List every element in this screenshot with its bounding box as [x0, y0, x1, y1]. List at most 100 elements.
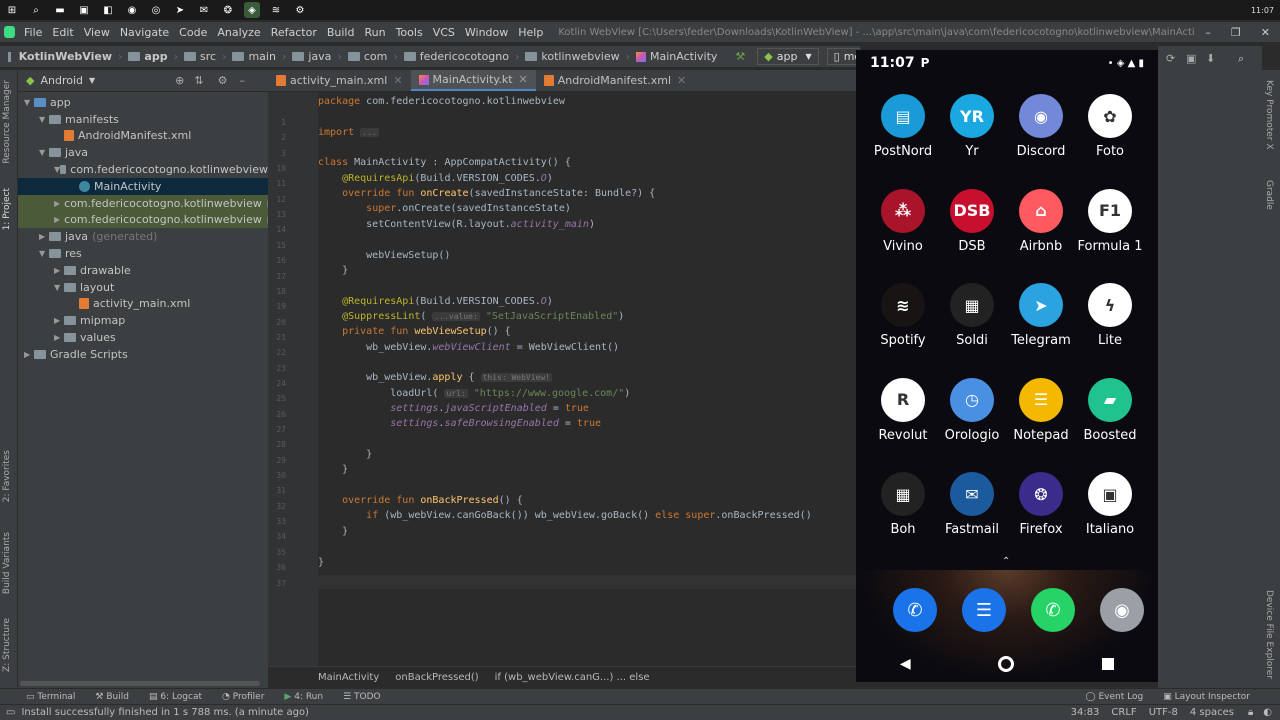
code-line[interactable]: @RequiresApi(Build.VERSION_CODES.O): [318, 173, 553, 184]
tab-mainactivity-kt[interactable]: MainActivity.kt ✕: [410, 70, 536, 91]
git-icon[interactable]: ◐: [1263, 707, 1272, 718]
code-line[interactable]: }: [318, 526, 348, 537]
code-line[interactable]: @RequiresApi(Build.VERSION_CODES.O): [318, 296, 553, 307]
app-icon-airbnb[interactable]: ⌂ Airbnb: [1006, 188, 1076, 254]
menu-window[interactable]: Window: [460, 26, 513, 39]
dock-camera-icon[interactable]: ◉: [1100, 588, 1144, 632]
maximize-icon[interactable]: ❐: [1221, 26, 1251, 39]
breadcrumb-main[interactable]: main: [228, 50, 279, 63]
tree-item[interactable]: ▼ res: [18, 245, 268, 262]
app-icon-lite[interactable]: ϟ Lite: [1075, 283, 1145, 348]
expand-arrow-icon[interactable]: ▶: [54, 333, 64, 342]
breadcrumb-federicocotogno[interactable]: federicocotogno: [400, 50, 513, 63]
back-icon[interactable]: ◀: [900, 656, 911, 672]
chevron-down-icon[interactable]: ▼: [89, 76, 95, 85]
menu-code[interactable]: Code: [174, 26, 212, 39]
resource-manager-tab[interactable]: Resource Manager: [2, 80, 12, 164]
toolbar-icon[interactable]: ⟳: [1166, 52, 1175, 65]
code-line[interactable]: wb_webView.webViewClient = WebViewClient…: [318, 342, 619, 353]
tree-item[interactable]: AndroidManifest.xml: [18, 128, 268, 145]
search-everywhere-icon[interactable]: ⌕: [1238, 52, 1244, 66]
profiler-tab[interactable]: ◔ Profiler: [222, 692, 264, 702]
app-icon-foto[interactable]: ✿ Foto: [1075, 94, 1145, 159]
tree-item[interactable]: ▶ java (generated): [18, 228, 268, 245]
app-icon-telegram[interactable]: ➤ Telegram: [1006, 283, 1076, 348]
chrome-icon[interactable]: ◉: [124, 2, 140, 18]
project-view-select[interactable]: Android: [40, 74, 83, 87]
app-icon-postnord[interactable]: ▤ PostNord: [868, 94, 938, 159]
run-tab[interactable]: ▶ 4: Run: [284, 692, 323, 702]
status-message[interactable]: Install successfully finished in 1 s 788…: [21, 707, 309, 718]
dock-phone-icon[interactable]: ✆: [893, 588, 937, 632]
line-separator[interactable]: CRLF: [1111, 707, 1136, 718]
layout-inspector-tab[interactable]: ▣ Layout Inspector: [1163, 692, 1250, 702]
key-promoter-tab[interactable]: Key Promoter X: [1264, 80, 1274, 150]
menu-view[interactable]: View: [79, 26, 115, 39]
menu-analyze[interactable]: Analyze: [212, 26, 265, 39]
app-icon-notepad[interactable]: ☰ Notepad: [1006, 377, 1076, 443]
tree-item[interactable]: MainActivity: [18, 177, 268, 195]
todo-tab[interactable]: ☰ TODO: [343, 692, 381, 702]
gradle-tab[interactable]: Gradle: [1264, 180, 1274, 210]
app-icon-italiano[interactable]: ▣ Italiano: [1075, 472, 1145, 537]
code-line[interactable]: class MainActivity : AppCompatActivity()…: [318, 157, 571, 168]
tree-item[interactable]: ▶ values: [18, 329, 268, 346]
horizontal-scrollbar[interactable]: [20, 681, 260, 686]
breadcrumb-kotlinwebview[interactable]: kotlinwebview: [521, 50, 623, 63]
spotify-icon[interactable]: ≋: [268, 2, 284, 18]
code-line[interactable]: override fun onBackPressed() {: [318, 495, 523, 506]
close-icon[interactable]: ✕: [1251, 26, 1280, 39]
toolbar-icon[interactable]: ▣: [1186, 52, 1196, 65]
tree-item[interactable]: ▼ com.federicocotogno.kotlinwebview: [18, 161, 268, 178]
breadcrumb-mainactivity[interactable]: MainActivity: [632, 50, 721, 63]
expand-arrow-icon[interactable]: ▶: [54, 316, 64, 325]
expand-arrow-icon[interactable]: ▼: [39, 148, 49, 157]
app-icon-boosted[interactable]: ▰ Boosted: [1075, 377, 1145, 443]
caret-position[interactable]: 34:83: [1071, 707, 1100, 718]
android-studio-icon[interactable]: ◈: [244, 2, 260, 18]
expand-arrow-icon[interactable]: ▼: [39, 249, 49, 258]
menu-tools[interactable]: Tools: [391, 26, 428, 39]
app-icon-revolut[interactable]: R Revolut: [868, 377, 938, 443]
indent-setting[interactable]: 4 spaces: [1190, 707, 1234, 718]
code-line[interactable]: }: [318, 464, 348, 475]
code-line[interactable]: package com.federicocotogno.kotlinwebvie…: [318, 96, 565, 107]
home-icon[interactable]: [998, 656, 1015, 672]
menu-build[interactable]: Build: [322, 26, 360, 39]
code-line[interactable]: import ...: [318, 127, 379, 138]
structure-tab[interactable]: Z: Structure: [2, 618, 12, 672]
app-drawer-arrow-icon[interactable]: ⌃: [1002, 556, 1010, 567]
tree-item[interactable]: ▼ manifests: [18, 111, 268, 128]
settings-icon[interactable]: ⚙: [292, 2, 308, 18]
expand-arrow-icon[interactable]: ▶: [39, 232, 49, 241]
tab-androidmanifest-xml[interactable]: AndroidManifest.xml ✕: [536, 70, 694, 91]
editor-crumb[interactable]: MainActivity: [318, 672, 379, 683]
app-icon-vivino[interactable]: ⁂ Vivino: [868, 188, 938, 254]
toolbar-icon[interactable]: ⬇: [1206, 52, 1215, 65]
breadcrumb-app[interactable]: app: [124, 50, 171, 63]
code-line[interactable]: loadUrl( url: "https://www.google.com/"): [318, 388, 630, 399]
tree-item[interactable]: ▼ app: [18, 94, 268, 111]
minimize-icon[interactable]: –: [1195, 26, 1221, 39]
expand-arrow-icon[interactable]: ▼: [39, 115, 49, 124]
device-file-explorer-tab[interactable]: Device File Explorer: [1264, 590, 1274, 679]
code-line[interactable]: }: [318, 557, 324, 568]
firefox-icon[interactable]: ❂: [220, 2, 236, 18]
dock-messages-icon[interactable]: ☰: [962, 588, 1006, 632]
tab-activity-main-xml[interactable]: activity_main.xml ✕: [268, 70, 411, 91]
tree-item[interactable]: ▶ drawable: [18, 262, 268, 279]
code-line[interactable]: if (wb_webView.canGoBack()) wb_webView.g…: [318, 510, 812, 521]
editor-crumb[interactable]: onBackPressed(): [395, 672, 478, 683]
app-icon-yr[interactable]: YR Yr: [937, 94, 1007, 159]
code-line[interactable]: settings.safeBrowsingEnabled = true: [318, 418, 601, 429]
app-icon[interactable]: ▣: [76, 2, 92, 18]
menu-navigate[interactable]: Navigate: [115, 26, 174, 39]
tree-item[interactable]: activity_main.xml: [18, 296, 268, 313]
app-icon-firefox[interactable]: ❂ Firefox: [1006, 472, 1076, 537]
whatsapp-icon[interactable]: ◎: [148, 2, 164, 18]
breadcrumb-java[interactable]: java: [288, 50, 335, 63]
tree-item[interactable]: ▼ layout: [18, 279, 268, 296]
app-icon[interactable]: ◧: [100, 2, 116, 18]
code-line[interactable]: }: [318, 449, 372, 460]
windows-start-icon[interactable]: ⊞: [4, 2, 20, 18]
